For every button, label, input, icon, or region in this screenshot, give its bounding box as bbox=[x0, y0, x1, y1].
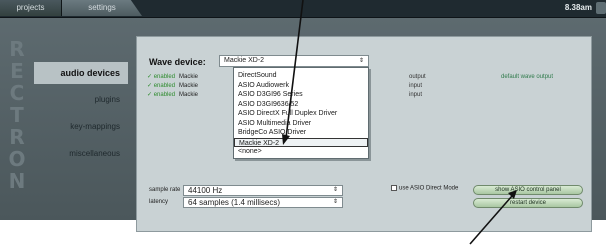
nav-item-audio-devices[interactable]: audio devices bbox=[34, 62, 128, 84]
window-button[interactable] bbox=[596, 2, 606, 14]
nav-item-plugins[interactable]: plugins bbox=[34, 89, 128, 111]
brand-letter: O bbox=[8, 147, 26, 171]
settings-nav: audio devices plugins key-mappings misce… bbox=[34, 62, 128, 170]
latency-row: latency 64 samples (1.4 millisecs) ⇕ bbox=[149, 197, 343, 208]
brand-wordmark: R E C T R O N bbox=[6, 38, 28, 218]
chevron-down-icon: ⇕ bbox=[332, 199, 338, 205]
checkbox-icon bbox=[391, 185, 397, 191]
device-io: output bbox=[409, 74, 426, 80]
dropdown-option[interactable]: BridgeCo ASIO Driver bbox=[234, 128, 368, 138]
chevron-down-icon: ⇕ bbox=[332, 187, 338, 193]
top-bar: projects settings 8.38am bbox=[0, 0, 606, 18]
dropdown-option[interactable]: ASIO DirectX Full Duplex Driver bbox=[234, 109, 368, 119]
wave-device-value: Mackie XD-2 bbox=[224, 57, 265, 64]
enabled-toggle[interactable]: ✓ enabled bbox=[147, 91, 177, 100]
settings-panel: R E C T R O N audio devices plugins key-… bbox=[0, 18, 606, 232]
asio-direct-mode-label: use ASIO Direct Mode bbox=[399, 185, 459, 192]
chevron-down-icon: ⇕ bbox=[358, 58, 364, 64]
wave-device-select[interactable]: Mackie XD-2 ⇕ bbox=[219, 55, 369, 67]
latency-value: 64 samples (1.4 millisecs) bbox=[188, 198, 281, 207]
dropdown-option[interactable]: ASIO D3GI9636/52 bbox=[234, 100, 368, 110]
brand-letter: R bbox=[9, 125, 25, 149]
device-io: input bbox=[409, 83, 423, 89]
asio-direct-mode-checkbox[interactable]: use ASIO Direct Mode bbox=[391, 185, 458, 192]
brand-letter: E bbox=[10, 59, 24, 83]
nav-item-miscellaneous[interactable]: miscellaneous bbox=[34, 143, 128, 165]
show-asio-control-panel-button[interactable]: show ASIO control panel bbox=[473, 185, 583, 195]
dropdown-option[interactable]: DirectSound bbox=[234, 71, 368, 81]
tab-projects[interactable]: projects bbox=[0, 0, 62, 16]
device-name: Mackie bbox=[179, 92, 199, 98]
latency-select[interactable]: 64 samples (1.4 millisecs) ⇕ bbox=[183, 197, 343, 208]
wave-device-dropdown: DirectSound ASIO Audiowerk ASIO D3GI96 S… bbox=[233, 67, 369, 159]
device-io: input bbox=[409, 92, 423, 98]
restart-device-button[interactable]: restart device bbox=[473, 198, 583, 208]
dropdown-option[interactable]: ASIO D3GI96 Series bbox=[234, 90, 368, 100]
clock: 8.38am bbox=[564, 3, 592, 12]
dropdown-option-selected[interactable]: Mackie XD-2 bbox=[234, 137, 368, 147]
device-name: Mackie bbox=[179, 83, 199, 89]
dropdown-option[interactable]: ASIO Multimedia Driver bbox=[234, 119, 368, 129]
brand-letter: R bbox=[9, 37, 25, 61]
sample-rate-label: sample rate bbox=[149, 187, 181, 193]
wave-device-label: Wave device: bbox=[149, 57, 206, 67]
nav-item-key-mappings[interactable]: key-mappings bbox=[34, 116, 128, 138]
latency-label: latency bbox=[149, 199, 169, 205]
brand-letter: C bbox=[9, 81, 25, 105]
tab-settings[interactable]: settings bbox=[62, 0, 142, 16]
dropdown-option[interactable]: <none> bbox=[234, 147, 368, 157]
audio-devices-content: Wave device: Mackie XD-2 ⇕ ✓ enabled Mac… bbox=[136, 36, 592, 232]
enabled-toggle[interactable]: ✓ enabled bbox=[147, 73, 177, 82]
default-output-label: default wave output bbox=[501, 74, 554, 80]
brand-letter: N bbox=[8, 169, 26, 193]
sample-rate-row: sample rate 44100 Hz ⇕ bbox=[149, 185, 343, 196]
brand-letter: T bbox=[10, 103, 24, 127]
dropdown-option[interactable]: ASIO Audiowerk bbox=[234, 81, 368, 91]
enabled-toggle[interactable]: ✓ enabled bbox=[147, 82, 177, 91]
device-name: Mackie bbox=[179, 74, 199, 80]
sample-rate-select[interactable]: 44100 Hz ⇕ bbox=[183, 185, 343, 196]
sample-rate-value: 44100 Hz bbox=[188, 186, 223, 195]
